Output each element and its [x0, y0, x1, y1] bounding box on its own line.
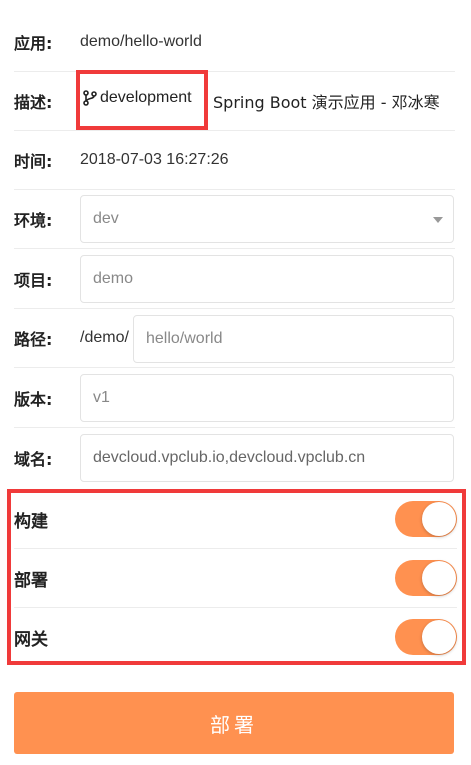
path-prefix: /demo/	[80, 329, 129, 346]
domain-label: 域名:	[14, 449, 53, 469]
domain-input-value: devcloud.vpclub.io,devcloud.vpclub.cn	[93, 449, 366, 466]
path-label: 路径:	[14, 330, 53, 349]
toggle-row-gateway: 网关	[14, 608, 457, 667]
project-label: 项目:	[14, 271, 53, 290]
switch-knob	[422, 620, 456, 654]
version-input-value: v1	[93, 389, 110, 406]
toggle-row-deploy: 部署	[14, 549, 457, 608]
app-row: 应用: demo/hello-world	[14, 13, 455, 72]
version-input[interactable]: v1	[80, 374, 454, 422]
branch-tag: development	[83, 89, 192, 107]
deploy-toggle-switch[interactable]	[395, 560, 457, 596]
chevron-down-icon	[433, 217, 443, 223]
path-input-value: hello/world	[146, 330, 223, 347]
toggle-label-deploy: 部署	[14, 570, 48, 591]
toggle-label-gateway: 网关	[14, 630, 48, 650]
env-select-value: dev	[93, 210, 119, 227]
desc-label: 描述:	[14, 93, 53, 112]
env-select[interactable]: dev	[80, 195, 454, 243]
toggle-label-build: 构建	[14, 511, 48, 532]
app-label: 应用:	[14, 34, 53, 53]
domain-input[interactable]: devcloud.vpclub.io,devcloud.vpclub.cn	[80, 434, 454, 482]
time-row: 时间: 2018-07-03 16:27:26	[14, 131, 455, 190]
path-input[interactable]: hello/world	[133, 315, 454, 363]
desc-text: Spring Boot 演示应用 - 邓冰寒	[213, 93, 440, 112]
project-input[interactable]: demo	[80, 255, 454, 303]
git-branch-icon	[83, 90, 97, 106]
version-label: 版本:	[14, 390, 53, 409]
time-value: 2018-07-03 16:27:26	[80, 151, 229, 168]
branch-name: development	[100, 89, 192, 106]
project-input-value: demo	[93, 270, 134, 287]
time-label: 时间:	[14, 152, 53, 171]
switch-knob	[422, 561, 456, 595]
env-label: 环境:	[14, 211, 53, 230]
build-toggle-switch[interactable]	[395, 501, 457, 537]
toggle-row-build: 构建	[14, 490, 457, 549]
deploy-button[interactable]: 部署	[14, 692, 454, 754]
gateway-toggle-switch[interactable]	[395, 619, 457, 655]
app-value: demo/hello-world	[80, 33, 202, 50]
switch-knob	[422, 502, 456, 536]
